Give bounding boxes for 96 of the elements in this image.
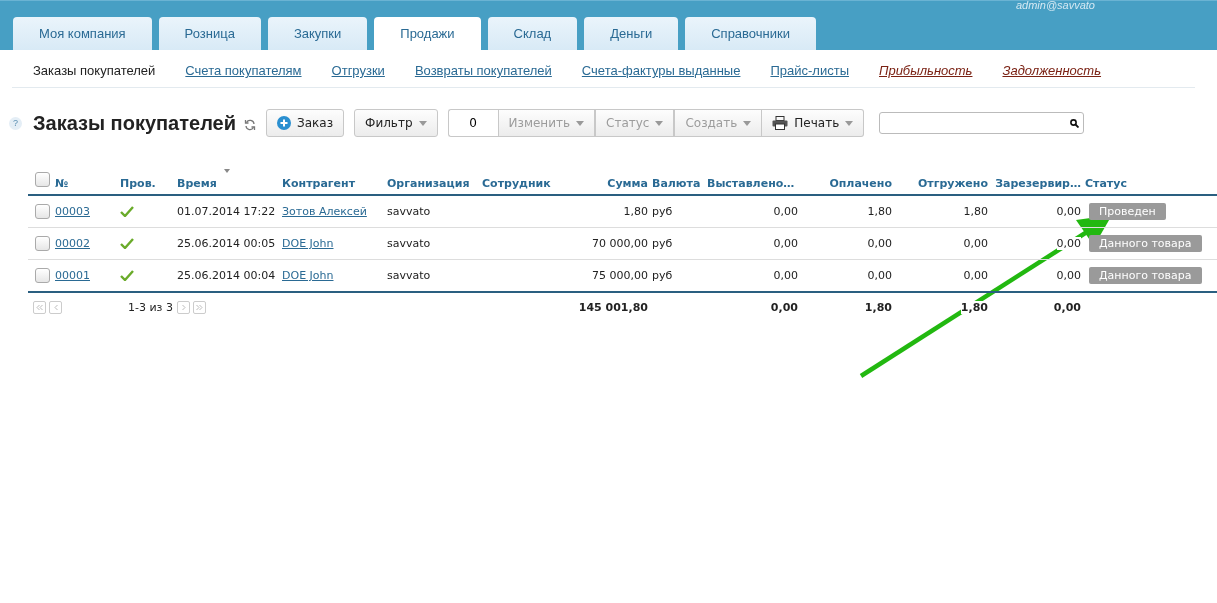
- table-cell: 1,80: [867, 205, 892, 218]
- counterparty-link[interactable]: DOE John: [282, 237, 334, 250]
- table-cell: 75 000,00: [592, 269, 648, 282]
- nav-tab[interactable]: Склад: [487, 17, 578, 50]
- total-cell: 0,00: [770, 300, 798, 314]
- table-cell: 0,00: [867, 269, 892, 282]
- table-cell: 25.06.2014 00:05: [177, 237, 276, 250]
- nav-tab[interactable]: Деньги: [584, 17, 679, 50]
- column-header[interactable]: Время: [177, 168, 282, 190]
- column-header[interactable]: Сумма: [562, 168, 652, 190]
- double-chevron-left-icon: [36, 304, 43, 310]
- column-header[interactable]: Оплачено: [802, 168, 896, 190]
- table-cell: savvato: [387, 205, 431, 218]
- search-icon: [1070, 118, 1080, 128]
- row-checkbox[interactable]: [35, 204, 50, 219]
- table-cell: 25.06.2014 00:04: [177, 269, 276, 282]
- column-header[interactable]: Отгружено: [896, 168, 992, 190]
- sort-icon: [224, 168, 230, 173]
- chevron-right-icon: [181, 304, 186, 310]
- nav-tab[interactable]: Справочники: [685, 17, 816, 50]
- caret-icon: [418, 120, 427, 126]
- status-badge: Данного товара: [1089, 267, 1202, 284]
- last-page-button[interactable]: [193, 300, 206, 314]
- report-link[interactable]: Прибыльность: [879, 63, 973, 87]
- subnav-link[interactable]: Отгрузки: [331, 63, 385, 87]
- table-cell: 0,00: [1056, 269, 1081, 282]
- subnav-link[interactable]: Заказы покупателей: [33, 63, 156, 87]
- next-page-button[interactable]: [177, 300, 190, 314]
- status-badge: Проведен: [1089, 203, 1166, 220]
- column-header[interactable]: Сотрудник: [482, 168, 562, 190]
- order-link[interactable]: 00002: [55, 237, 90, 250]
- order-link[interactable]: 00003: [55, 205, 90, 218]
- table-cell: 70 000,00: [592, 237, 648, 250]
- nav-tab[interactable]: Продажи: [374, 17, 481, 50]
- table-cell: 01.07.2014 17:22: [177, 205, 276, 218]
- table-cell: savvato: [387, 237, 431, 250]
- nav-tab[interactable]: Моя компания: [13, 17, 152, 50]
- report-link[interactable]: Задолженность: [1002, 63, 1102, 87]
- chevron-left-icon: [53, 304, 58, 310]
- total-cell: 0,00: [1053, 300, 1081, 314]
- table-cell: 1,80: [623, 205, 648, 218]
- caret-icon: [743, 120, 752, 126]
- search-field[interactable]: [879, 112, 1085, 134]
- select-all-checkbox[interactable]: [35, 171, 50, 187]
- table-cell: 0,00: [963, 237, 988, 250]
- refresh-icon[interactable]: [244, 119, 257, 131]
- add-order-button[interactable]: Заказ: [266, 109, 345, 137]
- caret-icon: [655, 120, 664, 126]
- prev-page-button[interactable]: [49, 300, 62, 314]
- user-name: admin@savvato: [1015, 0, 1095, 11]
- subnav-link[interactable]: Счета-фактуры выданные: [581, 63, 741, 87]
- table-cell: руб: [652, 205, 673, 218]
- column-header[interactable]: Валюта: [652, 168, 707, 190]
- order-link[interactable]: 00001: [55, 269, 90, 282]
- subnav-link[interactable]: Прайс-листы: [770, 63, 849, 87]
- column-header[interactable]: Пров.: [120, 168, 177, 190]
- page-title: Заказы покупателей: [33, 111, 237, 135]
- row-checkbox[interactable]: [35, 268, 50, 283]
- selected-count: 0: [447, 109, 498, 137]
- table-cell: savvato: [387, 269, 431, 282]
- nav-tab[interactable]: Закупки: [267, 17, 368, 50]
- column-header[interactable]: Контрагент: [282, 168, 387, 190]
- counterparty-link[interactable]: Зотов Алексей: [282, 205, 367, 218]
- nav-tab[interactable]: Розница: [158, 17, 261, 50]
- plus-icon: [277, 116, 292, 130]
- table-cell: 0,00: [867, 237, 892, 250]
- caret-icon: [845, 120, 854, 126]
- double-chevron-right-icon: [196, 304, 203, 310]
- subnav-link[interactable]: Возвраты покупателей: [414, 63, 552, 87]
- total-cell: 1,80: [960, 300, 988, 314]
- table-cell: 0,00: [1056, 237, 1081, 250]
- total-cell: 145 001,80: [578, 300, 648, 314]
- table-cell: 0,00: [1056, 205, 1081, 218]
- table-cell: руб: [652, 237, 673, 250]
- table-cell: 0,00: [773, 237, 798, 250]
- column-header[interactable]: Статус: [1085, 168, 1217, 190]
- table-cell: 0,00: [773, 269, 798, 282]
- first-page-button[interactable]: [33, 300, 46, 314]
- column-header[interactable]: Организация: [387, 168, 482, 190]
- column-header[interactable]: Выставлено…: [707, 168, 802, 190]
- subnav-link[interactable]: Счета покупателям: [185, 63, 302, 87]
- help-icon[interactable]: ?: [9, 116, 22, 130]
- row-checkbox[interactable]: [35, 236, 50, 251]
- column-header[interactable]: Зарезервир…: [992, 168, 1085, 190]
- total-cell: 1,80: [864, 300, 892, 314]
- table-cell: 1,80: [963, 205, 988, 218]
- column-header[interactable]: №: [55, 168, 120, 190]
- filter-button[interactable]: Фильтр: [354, 109, 438, 137]
- print-button[interactable]: Печать: [762, 109, 865, 137]
- printer-icon: [772, 116, 789, 130]
- status-badge: Данного товара: [1089, 235, 1202, 252]
- table-cell: 0,00: [963, 269, 988, 282]
- table-cell: руб: [652, 269, 673, 282]
- counterparty-link[interactable]: DOE John: [282, 269, 334, 282]
- caret-icon: [576, 120, 585, 126]
- table-cell: 0,00: [773, 205, 798, 218]
